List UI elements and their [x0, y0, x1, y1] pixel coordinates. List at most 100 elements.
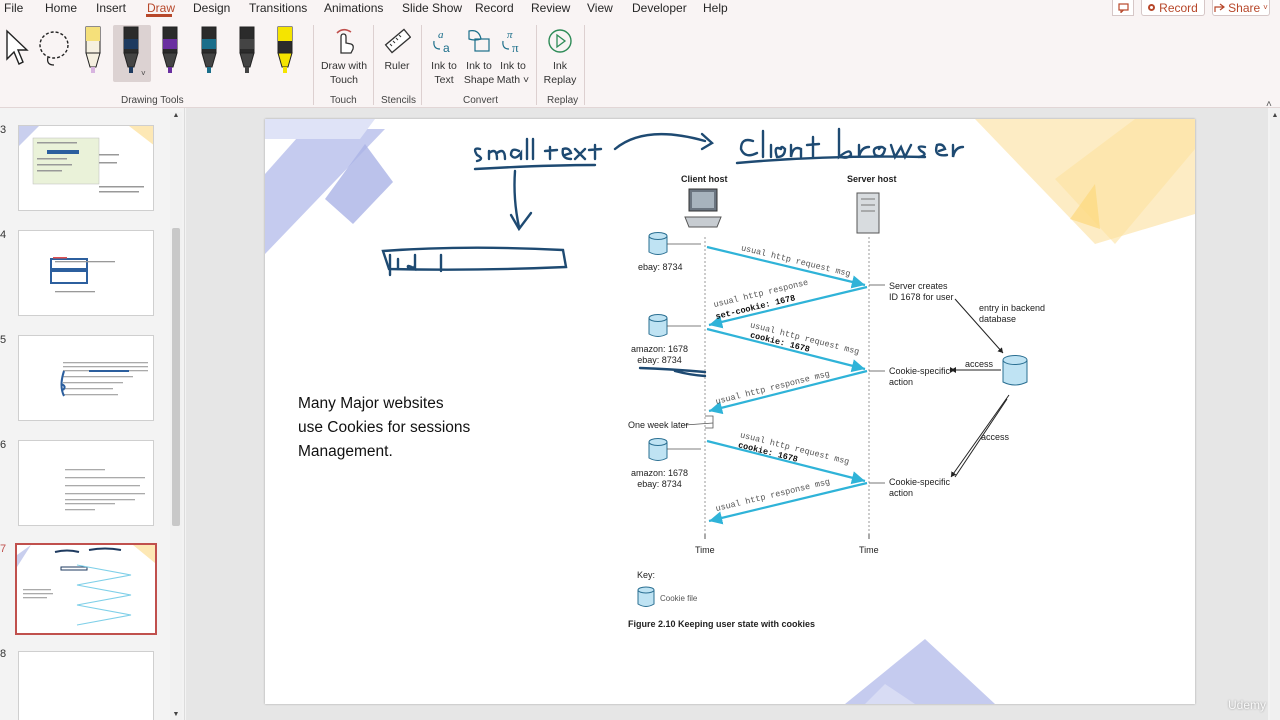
slide-scrollbar[interactable]: ▲ — [1270, 108, 1280, 720]
tab-view[interactable]: View — [587, 1, 613, 15]
play-replay-icon — [548, 29, 572, 53]
pen-icon[interactable] — [123, 26, 139, 73]
tab-draw[interactable]: Draw — [147, 1, 175, 15]
cookie-store-label: ebay: 8734 — [638, 262, 683, 272]
svg-text:a: a — [443, 41, 450, 55]
tab-record[interactable]: Record — [475, 1, 514, 15]
thumbnail-number: 4 — [0, 229, 7, 241]
scroll-up-icon[interactable]: ▲ — [170, 112, 182, 119]
cookie-action-label: Cookie-specific action — [889, 477, 951, 498]
share-icon — [1214, 3, 1226, 12]
ink-replay-button[interactable]: Ink Replay — [541, 27, 579, 87]
client-host-label: Client host — [681, 174, 728, 184]
tab-home[interactable]: Home — [45, 1, 77, 15]
slide-thumbnail-3[interactable] — [18, 125, 154, 211]
thumbnail-preview — [19, 126, 153, 193]
ink-to-shape-label: Ink to Shape — [463, 60, 495, 86]
thumbnail-number: 7 — [0, 543, 7, 555]
access-label: access — [965, 359, 994, 369]
scroll-down-icon[interactable]: ▼ — [170, 711, 182, 718]
group-separator — [536, 25, 537, 105]
slide-thumbnail-8[interactable] — [18, 651, 154, 720]
server-icon — [856, 192, 880, 234]
cookie-file-label: Cookie file — [660, 594, 698, 603]
share-label: Share — [1228, 0, 1261, 15]
powerpoint-window: File Home Insert Draw Design Transitions… — [0, 0, 1280, 720]
slide-canvas[interactable]: Many Major websites use Cookies for sess… — [265, 119, 1195, 704]
group-label-stencils: Stencils — [381, 95, 417, 106]
ink-replay-label: Ink Replay — [543, 60, 577, 86]
group-label-drawing-tools: Drawing Tools — [121, 95, 184, 106]
group-separator — [584, 25, 585, 105]
tab-file[interactable]: File — [4, 1, 23, 15]
slide-thumbnail-5[interactable] — [18, 335, 154, 421]
tab-help[interactable]: Help — [703, 1, 728, 15]
group-separator — [421, 25, 422, 105]
tab-slide-show[interactable]: Slide Show — [402, 1, 462, 15]
client-computer-icon — [684, 188, 722, 228]
group-label-replay: Replay — [547, 95, 579, 106]
thumbnail-preview — [65, 469, 145, 511]
chevron-down-icon: ˅ — [1263, 3, 1268, 12]
select-arrow-icon[interactable] — [4, 29, 30, 69]
ruler-label: Ruler — [384, 60, 410, 72]
slide-thumbnails-pane: 3 4 5 6 7 8 — [0, 108, 185, 720]
slide-thumbnail-6[interactable] — [18, 440, 154, 526]
ink-to-math-label: Ink to Math ˅ — [496, 60, 530, 86]
thumbnail-number: 6 — [0, 439, 7, 451]
comments-button[interactable] — [1112, 0, 1134, 16]
draw-with-touch-button[interactable]: Draw with Touch — [318, 27, 370, 87]
thumbnail-preview — [50, 257, 115, 293]
tab-insert[interactable]: Insert — [96, 1, 126, 15]
tab-animations[interactable]: Animations — [324, 1, 383, 15]
figure-caption: Figure 2.10 Keeping user state with cook… — [628, 619, 816, 629]
pen-icon[interactable] — [201, 26, 217, 73]
group-separator — [373, 25, 374, 105]
pen-icon[interactable] — [162, 26, 178, 73]
thumbnail-number: 8 — [0, 648, 7, 660]
cookie-store-label: amazon: 1678 ebay: 8734 — [631, 468, 689, 489]
tab-design[interactable]: Design — [193, 1, 230, 15]
highlighter-pen-icon[interactable] — [85, 26, 101, 73]
highlighter-pen-icon[interactable] — [277, 26, 293, 73]
key-label: Key: — [637, 570, 656, 580]
cookie-store-label: amazon: 1678 ebay: 8734 — [631, 344, 689, 365]
slide-thumbnail-7[interactable] — [15, 543, 157, 635]
comment-icon — [1117, 2, 1129, 13]
ink-to-text-label: Ink to Text — [431, 60, 457, 86]
record-button[interactable]: Record — [1141, 0, 1205, 16]
thumbnail-preview — [17, 545, 155, 626]
ink-to-shape-button[interactable]: Ink to Shape — [462, 27, 496, 87]
group-separator — [313, 25, 314, 105]
svg-text:a: a — [438, 29, 444, 41]
ribbon: ˅ Drawing Tools Draw with Touch Touch Ru… — [0, 17, 1280, 110]
group-label-convert: Convert — [463, 95, 499, 106]
tab-review[interactable]: Review — [531, 1, 570, 15]
thumbnail-number: 5 — [0, 334, 7, 346]
pen-gallery — [85, 26, 293, 73]
server-host-label: Server host — [847, 174, 897, 184]
time-label: Time — [695, 545, 715, 555]
ink-to-text-button[interactable]: a a Ink to Text — [426, 27, 462, 87]
menu-bar: File Home Insert Draw Design Transitions… — [0, 0, 1280, 17]
server-creates-label: Server creates ID 1678 for user — [889, 281, 954, 302]
slide-thumbnail-4[interactable] — [18, 230, 154, 316]
one-week-later-label: One week later — [628, 420, 689, 430]
backend-entry-label: entry in backend database — [979, 303, 1046, 324]
ruler-icon — [384, 28, 411, 54]
share-button[interactable]: Share ˅ — [1212, 0, 1270, 16]
tab-developer[interactable]: Developer — [632, 1, 687, 15]
cookie-action-label: Cookie-specific action — [889, 366, 951, 387]
scroll-up-icon[interactable]: ▲ — [1270, 112, 1280, 119]
ink-to-text-icon: a a — [433, 29, 450, 55]
lasso-select-icon[interactable] — [36, 27, 74, 69]
cookie-diagram — [637, 188, 1028, 607]
access-label: access — [981, 432, 1010, 442]
tab-transitions[interactable]: Transitions — [249, 1, 307, 15]
thumbnail-scroll-thumb[interactable] — [172, 228, 180, 526]
ruler-button[interactable]: Ruler — [378, 27, 416, 73]
pen-icon[interactable] — [239, 26, 255, 73]
time-label: Time — [859, 545, 879, 555]
udemy-watermark: Udemy — [1228, 698, 1267, 712]
ink-to-math-button[interactable]: π π Ink to Math ˅ — [496, 27, 530, 87]
